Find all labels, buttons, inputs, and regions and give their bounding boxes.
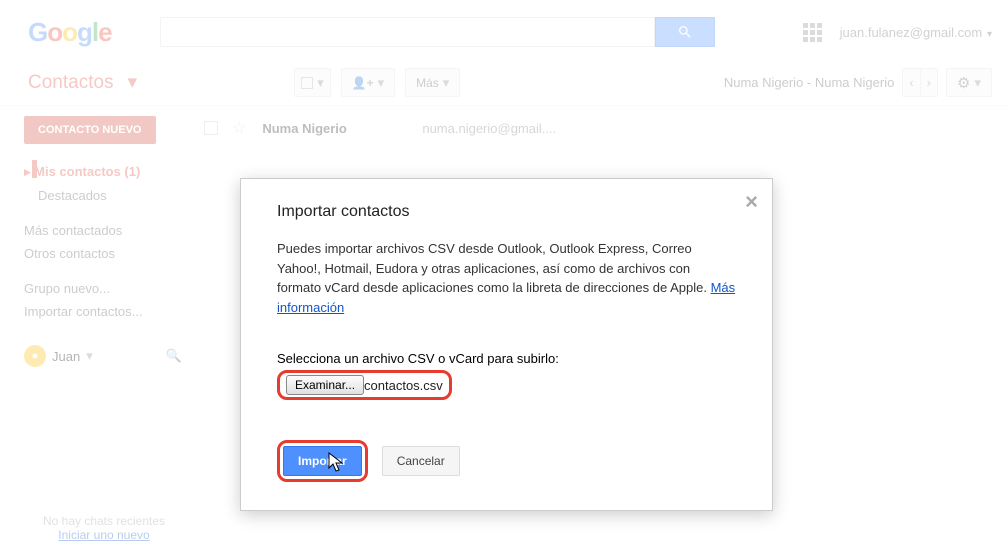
sidebar-item-most-contacted[interactable]: Más contactados (24, 219, 182, 242)
start-chat-link[interactable]: Iniciar uno nuevo (24, 528, 184, 542)
settings-menu[interactable]: ⚙▾ (946, 68, 992, 97)
sidebar-item-import-contacts[interactable]: Importar contactos... (24, 300, 182, 323)
chat-user-name: Juan (52, 349, 80, 364)
sidebar-item-starred[interactable]: Destacados (24, 184, 182, 207)
search-icon (677, 24, 693, 40)
search-button[interactable] (655, 17, 715, 47)
caret-down-icon: ▾ (974, 75, 981, 91)
cancel-button[interactable]: Cancelar (382, 446, 460, 476)
gear-icon: ⚙ (957, 74, 970, 92)
next-page-button[interactable]: › (920, 68, 938, 97)
active-indicator (32, 160, 37, 178)
sidebar-item-my-contacts[interactable]: ▸ Mis contactos (1) (24, 160, 182, 184)
google-logo: Google (28, 17, 112, 48)
contact-email: numa.nigerio@gmail.... (422, 121, 556, 136)
prev-page-button[interactable]: ‹ (902, 68, 920, 97)
search-input[interactable] (160, 17, 655, 47)
app-switcher[interactable]: Contactos ▾ (28, 71, 149, 94)
caret-down-icon: ▾ (317, 75, 324, 91)
dialog-body: Puedes importar archivos CSV desde Outlo… (277, 239, 736, 317)
caret-down-icon[interactable]: ▾ (86, 348, 93, 364)
avatar: ● (24, 345, 46, 367)
row-checkbox[interactable] (204, 121, 218, 135)
new-contact-button[interactable]: CONTACTO NUEVO (24, 116, 156, 144)
import-contacts-dialog: × Importar contactos Puedes importar arc… (240, 178, 773, 511)
account-menu[interactable]: juan.fulanez@gmail.com ▾ (840, 25, 992, 40)
caret-down-icon: ▾ (443, 75, 450, 91)
chevron-right-icon: › (927, 75, 931, 90)
dialog-title: Importar contactos (277, 203, 736, 221)
person-plus-icon: 👤+ (352, 76, 374, 90)
add-to-group-button[interactable]: 👤+ ▾ (341, 68, 395, 97)
close-icon[interactable]: × (745, 191, 758, 213)
import-button[interactable]: Importar (283, 446, 362, 476)
star-icon[interactable]: ☆ (232, 118, 246, 138)
app-title: Contactos (28, 72, 114, 93)
user-email: juan.fulanez@gmail.com (840, 25, 983, 40)
caret-down-icon: ▾ (378, 75, 385, 91)
chat-search-icon[interactable]: 🔍 (166, 348, 182, 364)
more-menu[interactable]: Más▾ (405, 68, 460, 97)
mouse-cursor-icon (328, 452, 346, 474)
caret-down-icon: ▾ (128, 72, 138, 93)
chevron-left-icon: ‹ (909, 75, 913, 90)
sidebar-item-other-contacts[interactable]: Otros contactos (24, 242, 182, 265)
browse-button[interactable]: Examinar... (286, 375, 364, 395)
caret-down-icon: ▾ (984, 29, 992, 40)
contact-range-label: Numa Nigerio - Numa Nigerio (724, 75, 895, 90)
select-all-checkbox[interactable]: ▾ (294, 68, 331, 97)
no-chats-label: No hay chats recientes (24, 514, 184, 528)
contact-name: Numa Nigerio (262, 121, 422, 136)
apps-icon[interactable] (803, 23, 822, 42)
selected-filename: contactos.csv (364, 378, 443, 393)
sidebar-item-new-group[interactable]: Grupo nuevo... (24, 277, 182, 300)
select-file-label: Selecciona un archivo CSV o vCard para s… (277, 351, 736, 366)
contact-row[interactable]: ☆ Numa Nigerio numa.nigerio@gmail.... (192, 110, 1008, 146)
